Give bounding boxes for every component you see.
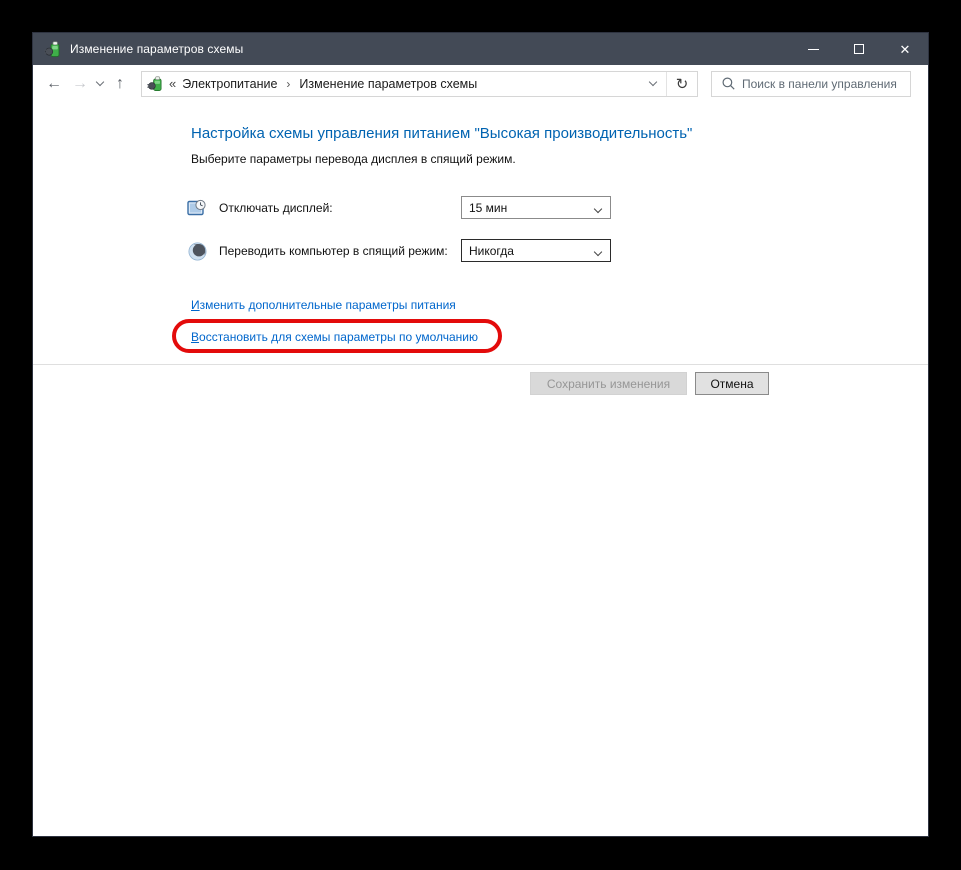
sleep-timeout-value: Никогда [469,243,514,258]
maximize-button[interactable] [836,33,882,65]
search-box[interactable] [711,70,911,97]
search-icon [722,77,735,90]
sleep-timeout-select[interactable]: Никогда [461,239,611,262]
setting-row-sleep: Переводить компьютер в спящий режим: [187,239,448,263]
chevron-down-icon [95,77,105,87]
page-subtitle: Выберите параметры перевода дисплея в сп… [191,152,516,166]
advanced-power-settings-link[interactable]: Изменить дополнительные параметры питани… [191,298,456,312]
close-icon: ✕ [899,41,911,57]
chevron-down-icon [648,77,657,87]
main-content: Настройка схемы управления питанием "Выс… [33,102,928,836]
display-timeout-select[interactable]: 15 мин [461,196,611,219]
setting-row-display: Отключать дисплей: [187,196,333,220]
search-input[interactable] [742,76,910,91]
refresh-button[interactable]: ↻ [667,72,697,96]
minimize-icon [807,48,819,50]
display-setting-label: Отключать дисплей: [219,201,333,215]
power-options-icon [147,75,162,91]
breadcrumb-item-edit-plan[interactable]: Изменение параметров схемы [299,77,477,91]
sleep-setting-label: Переводить компьютер в спящий режим: [219,244,448,258]
close-button[interactable]: ✕ [882,33,928,65]
sleep-icon [188,241,207,261]
cancel-button[interactable]: Отмена [695,372,769,395]
address-dropdown-button[interactable] [639,71,667,96]
divider [33,364,928,365]
back-button[interactable]: ← [41,75,67,93]
breadcrumb-separator-icon: › [286,76,291,91]
display-timeout-value: 15 мин [469,200,508,215]
power-plan-icon [44,40,60,57]
navigation-bar: ← → ↑ « Электропитание › Изменение парам… [33,65,928,102]
maximize-icon [854,44,864,54]
restore-defaults-link[interactable]: Восстановить для схемы параметры по умол… [191,330,478,344]
chevron-down-icon [593,242,603,260]
save-changes-button: Сохранить изменения [530,372,687,395]
display-timeout-icon [187,199,206,215]
edit-plan-settings-window: Изменение параметров схемы ✕ ← → ↑ « Эле… [32,32,929,837]
up-button[interactable]: ↑ [107,75,133,93]
window-title: Изменение параметров схемы [70,42,244,56]
page-title: Настройка схемы управления питанием "Выс… [191,125,693,142]
address-bar[interactable]: « Электропитание › Изменение параметров … [141,70,698,97]
titlebar: Изменение параметров схемы ✕ [33,33,928,65]
breadcrumb-item-power-options[interactable]: Электропитание [182,77,277,91]
recent-pages-dropdown[interactable] [93,77,107,87]
breadcrumb-collapse-icon[interactable]: « [169,76,176,91]
chevron-down-icon [593,199,603,217]
forward-button: → [72,74,88,92]
minimize-button[interactable] [790,33,836,65]
